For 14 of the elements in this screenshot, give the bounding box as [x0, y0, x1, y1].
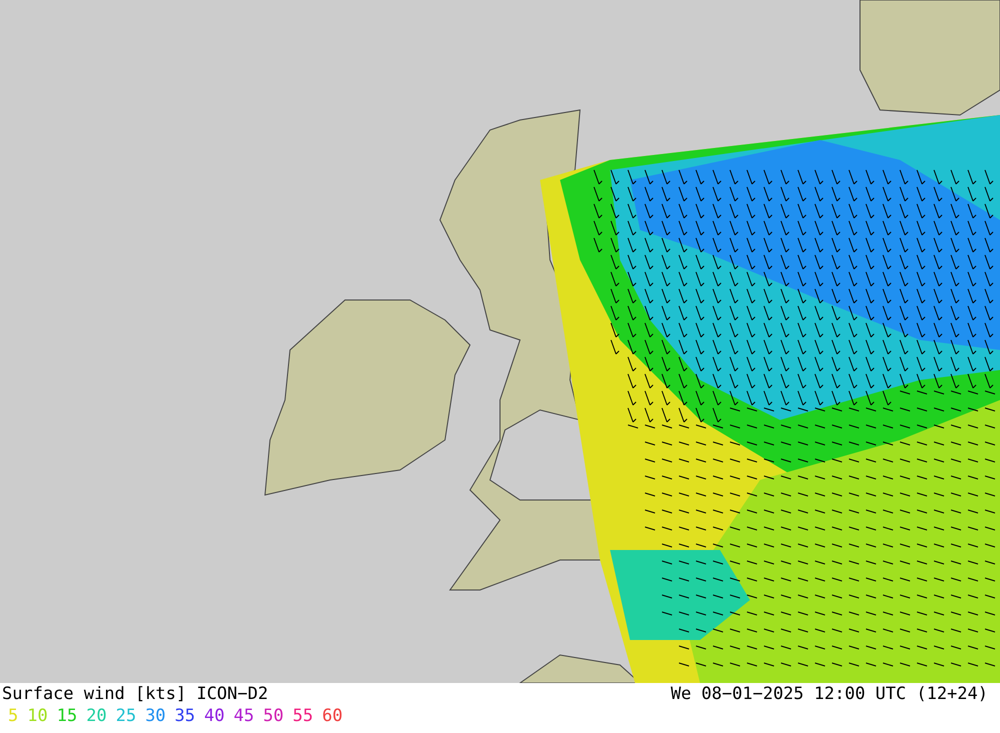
legend-value: 10: [27, 705, 48, 727]
legend-value: 45: [234, 705, 254, 727]
legend-value: 5: [8, 705, 18, 727]
legend-value: 20: [86, 705, 107, 727]
legend-value: 30: [145, 705, 166, 727]
legend-value: 60: [322, 705, 343, 727]
legend-value: 35: [174, 705, 196, 727]
map-title: Surface wind [kts] ICON−D2: [2, 683, 268, 705]
valid-time: We 08−01−2025 12:00 UTC (12+24): [670, 683, 988, 705]
legend-value: 25: [116, 705, 136, 727]
legend-value: 50: [263, 705, 284, 727]
legend-value: 40: [204, 705, 225, 727]
legend-value: 55: [292, 705, 314, 727]
legend-value: 15: [56, 705, 78, 727]
